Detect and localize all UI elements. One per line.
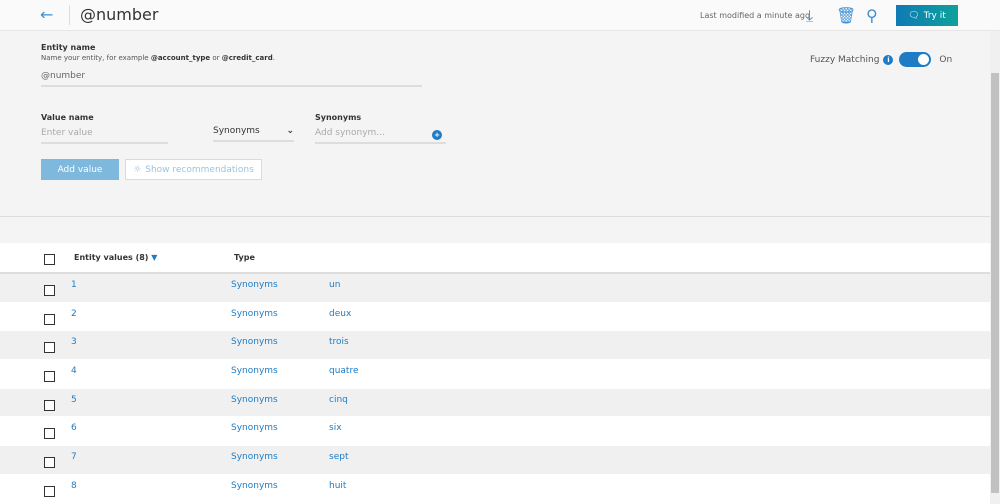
hint-text: Name your entity, for example xyxy=(41,54,151,62)
row-checkbox[interactable] xyxy=(44,457,55,469)
try-it-label: Try it xyxy=(923,10,946,21)
value-link[interactable]: 7 xyxy=(71,452,77,462)
fuzzy-toggle[interactable] xyxy=(899,52,932,67)
info-icon[interactable]: i xyxy=(883,54,894,65)
value-link[interactable]: 4 xyxy=(71,366,77,376)
value-link[interactable]: 1 xyxy=(71,280,77,290)
table-row[interactable]: 4 Synonyms quatre xyxy=(0,360,990,389)
row-checkbox[interactable] xyxy=(44,428,55,440)
type-cell[interactable]: Synonyms xyxy=(231,309,278,319)
type-select-value: Synonyms xyxy=(213,126,260,136)
value-name-label: Value name xyxy=(41,113,94,122)
synonym-cell[interactable]: trois xyxy=(329,337,349,347)
value-link[interactable]: 8 xyxy=(71,481,77,491)
value-name-input[interactable]: Enter value xyxy=(41,128,168,144)
synonym-cell[interactable]: deux xyxy=(329,309,351,319)
sort-down-icon[interactable]: ▼ xyxy=(151,253,157,262)
column-header-values[interactable]: Entity values (8) ▼ xyxy=(74,253,157,262)
entity-values-table: Entity values (8) ▼ Type 1 Synonyms un 2… xyxy=(0,243,990,504)
column-values-label: Entity values (8) xyxy=(74,253,149,262)
type-cell[interactable]: Synonyms xyxy=(231,452,278,462)
header: ← @number Last modified a minute ago ⤓ 🗑… xyxy=(0,0,1000,31)
entity-name-label: Entity name xyxy=(41,43,96,52)
table-row[interactable]: 7 Synonyms sept xyxy=(0,446,990,475)
download-icon[interactable]: ⤓ xyxy=(806,6,813,26)
synonym-cell[interactable]: cinq xyxy=(329,395,348,405)
table-row[interactable]: 6 Synonyms six xyxy=(0,417,990,447)
table-row[interactable]: 1 Synonyms un xyxy=(0,274,990,303)
type-cell[interactable]: Synonyms xyxy=(231,481,278,491)
column-header-type: Type xyxy=(234,253,255,262)
table-row[interactable]: 5 Synonyms cinq xyxy=(0,388,990,418)
synonym-cell[interactable]: sept xyxy=(329,452,348,462)
add-synonym-icon[interactable]: + xyxy=(432,130,442,140)
synonym-cell[interactable]: huit xyxy=(329,481,346,491)
table-row[interactable]: 2 Synonyms deux xyxy=(0,302,990,332)
hint-example-1: @account_type xyxy=(150,54,211,62)
value-link[interactable]: 2 xyxy=(71,309,77,319)
value-link[interactable]: 3 xyxy=(71,337,77,347)
row-checkbox[interactable] xyxy=(44,285,55,296)
table-row[interactable]: 8 Synonyms huit xyxy=(0,474,990,504)
trash-icon[interactable]: 🗑 xyxy=(836,6,856,25)
lightbulb-icon: ☼ xyxy=(133,164,142,175)
row-checkbox[interactable] xyxy=(44,485,55,497)
synonym-cell[interactable]: quatre xyxy=(329,366,359,376)
type-select[interactable]: Synonyms ⌄ xyxy=(213,126,294,142)
row-checkbox[interactable] xyxy=(44,342,55,354)
search-icon[interactable]: ⚲ xyxy=(866,6,878,25)
type-cell[interactable]: Synonyms xyxy=(231,423,278,433)
divider xyxy=(69,5,70,25)
row-checkbox[interactable] xyxy=(44,399,55,411)
back-arrow-icon[interactable]: ← xyxy=(40,5,53,24)
entity-name-hint: Name your entity, for example @account_t… xyxy=(41,54,275,62)
type-cell[interactable]: Synonyms xyxy=(231,337,278,347)
entity-name-input[interactable]: @number xyxy=(41,71,422,87)
show-recommendations-button[interactable]: ☼ Show recommendations xyxy=(125,159,262,180)
value-link[interactable]: 6 xyxy=(71,423,77,433)
divider xyxy=(0,216,990,217)
fuzzy-label: Fuzzy Matching xyxy=(810,54,880,65)
chevron-down-icon: ⌄ xyxy=(286,126,294,136)
last-modified: Last modified a minute ago xyxy=(700,11,810,20)
hint-text: . xyxy=(272,54,275,62)
hint-text: or xyxy=(210,54,222,62)
synonym-cell[interactable]: un xyxy=(329,280,340,290)
synonym-cell[interactable]: six xyxy=(329,423,342,433)
value-link[interactable]: 5 xyxy=(71,395,77,405)
select-all-checkbox[interactable] xyxy=(44,254,55,265)
type-cell[interactable]: Synonyms xyxy=(231,280,278,290)
type-cell[interactable]: Synonyms xyxy=(231,366,278,376)
chat-icon: 🗨 xyxy=(908,10,920,21)
fuzzy-matching: Fuzzy Matching i On xyxy=(810,52,952,67)
row-checkbox[interactable] xyxy=(44,371,55,383)
try-it-button[interactable]: 🗨 Try it xyxy=(896,5,958,26)
table-row[interactable]: 3 Synonyms trois xyxy=(0,331,990,361)
add-value-button[interactable]: Add value xyxy=(41,159,119,180)
hint-example-2: @credit_card xyxy=(221,54,273,62)
show-recommendations-label: Show recommendations xyxy=(145,164,254,175)
scrollbar-thumb[interactable] xyxy=(991,73,999,493)
synonym-input[interactable]: Add synonym... xyxy=(315,128,446,144)
type-cell[interactable]: Synonyms xyxy=(231,395,278,405)
row-checkbox[interactable] xyxy=(44,313,55,325)
table-header: Entity values (8) ▼ Type xyxy=(0,243,990,274)
scrollbar[interactable] xyxy=(990,31,1000,504)
synonyms-label: Synonyms xyxy=(315,113,362,122)
fuzzy-state: On xyxy=(939,54,953,65)
page-title: @number xyxy=(80,5,159,24)
